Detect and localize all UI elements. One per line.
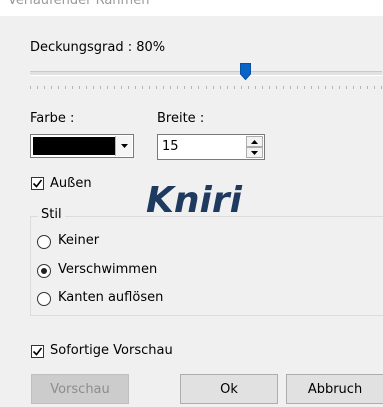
radio-none[interactable] (37, 235, 51, 249)
width-value[interactable]: 15 (162, 139, 179, 154)
opacity-label: Deckungsgrad : 80% (30, 40, 166, 55)
spin-up-icon[interactable] (246, 136, 263, 147)
radio-none-label[interactable]: Keiner (58, 233, 99, 248)
radio-blur[interactable] (37, 264, 51, 278)
instant-preview-checkbox[interactable] (31, 345, 44, 358)
radio-dissolve-edges[interactable] (37, 292, 51, 306)
color-select[interactable] (30, 134, 134, 158)
outside-checkbox[interactable] (31, 177, 44, 190)
instant-preview-label: Sofortige Vorschau (50, 343, 173, 358)
width-label: Breite : (157, 111, 205, 126)
outside-label: Außen (50, 176, 92, 191)
watermark-text: Kniri (146, 180, 242, 221)
radio-dissolve-edges-label[interactable]: Kanten auflösen (58, 290, 163, 305)
color-swatch (33, 137, 115, 155)
checkmark-icon (32, 347, 43, 356)
width-spin-field[interactable]: 15 (157, 134, 265, 160)
opacity-slider-ticks (30, 86, 382, 89)
opacity-slider-thumb[interactable] (239, 63, 251, 80)
radio-blur-label[interactable]: Verschwimmen (58, 262, 157, 277)
preview-button[interactable]: Vorschau (31, 374, 129, 404)
spin-down-icon[interactable] (246, 147, 263, 158)
title-bar: Verlaufender Rahmen (0, 0, 383, 16)
style-group-legend: Stil (38, 207, 65, 222)
color-label: Farbe : (30, 111, 75, 126)
cancel-button[interactable]: Abbruch (286, 374, 383, 404)
ok-button[interactable]: Ok (180, 374, 278, 404)
checkmark-icon (32, 179, 43, 188)
opacity-slider-track[interactable] (30, 71, 382, 76)
window-title: Verlaufender Rahmen (8, 0, 150, 8)
dropdown-arrow-icon[interactable] (115, 136, 132, 156)
